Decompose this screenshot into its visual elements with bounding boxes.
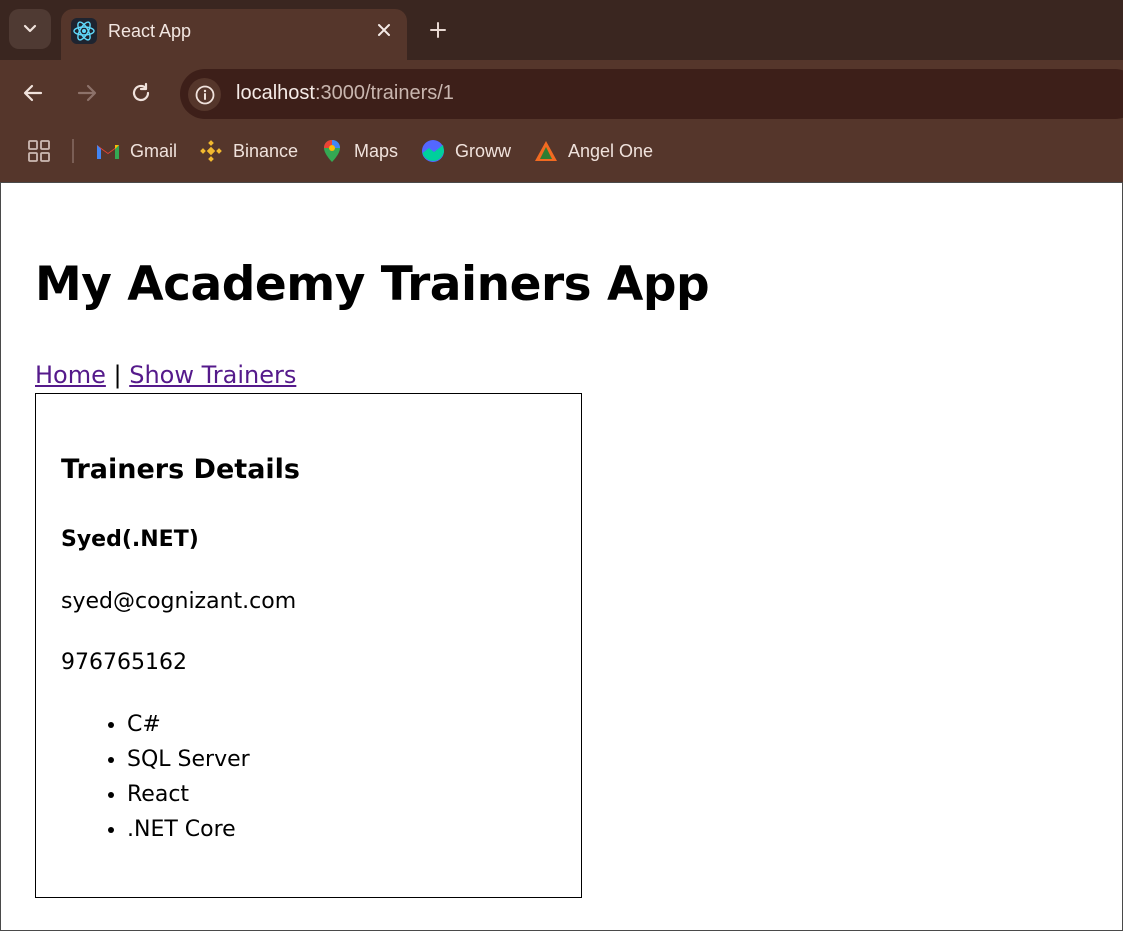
nav-separator: | xyxy=(105,361,130,389)
address-bar[interactable]: localhost:3000/trainers/1 xyxy=(180,69,1123,119)
apps-grid-icon[interactable] xyxy=(27,139,51,163)
close-tab-button[interactable] xyxy=(371,17,397,43)
chevron-down-icon xyxy=(23,24,37,33)
arrow-right-icon xyxy=(77,84,97,102)
trainer-phone: 976765162 xyxy=(61,650,187,675)
angel-one-icon xyxy=(534,139,558,163)
site-info-button[interactable] xyxy=(188,78,221,111)
info-icon xyxy=(195,85,214,104)
gmail-icon xyxy=(96,139,120,163)
bookmark-label: Binance xyxy=(233,140,299,161)
page-nav: Home | Show Trainers xyxy=(35,361,296,389)
maps-icon xyxy=(320,139,344,163)
react-icon xyxy=(71,18,97,44)
url-path: :3000/trainers/1 xyxy=(314,82,454,104)
browser-toolbar: localhost:3000/trainers/1 xyxy=(0,60,1123,126)
bookmark-gmail[interactable]: Gmail xyxy=(96,137,177,165)
forward-button[interactable] xyxy=(72,78,102,108)
bookmark-label: Groww xyxy=(455,140,512,161)
trainer-name: Syed(.NET) xyxy=(61,527,199,552)
url-host: localhost xyxy=(236,82,315,104)
trainer-email: syed@cognizant.com xyxy=(61,589,297,614)
page-viewport: My Academy Trainers App Home | Show Trai… xyxy=(0,182,1123,931)
home-link[interactable]: Home xyxy=(35,361,106,389)
browser-tab-strip: React App xyxy=(0,0,1123,60)
tab-react-app[interactable]: React App xyxy=(61,9,407,60)
url-text[interactable]: localhost:3000/trainers/1 xyxy=(236,82,454,105)
reload-button[interactable] xyxy=(126,78,156,108)
bookmarks-divider xyxy=(72,139,74,163)
new-tab-button[interactable] xyxy=(424,16,452,44)
arrow-left-icon xyxy=(23,84,43,102)
binance-icon xyxy=(199,139,223,163)
bookmark-label: Angel One xyxy=(568,140,654,161)
bookmark-groww[interactable]: Groww xyxy=(421,137,511,165)
plus-icon xyxy=(430,22,446,38)
bookmark-binance[interactable]: Binance xyxy=(199,137,298,165)
back-button[interactable] xyxy=(18,78,48,108)
skill-item: .NET Core xyxy=(127,815,250,850)
bookmarks-bar: Gmail Binance Maps Groww Angel One xyxy=(0,126,1123,182)
skill-item: SQL Server xyxy=(127,745,250,780)
trainer-details-card: Trainers Details Syed(.NET) syed@cogniza… xyxy=(35,393,582,898)
show-trainers-link[interactable]: Show Trainers xyxy=(129,361,296,389)
tab-search-button[interactable] xyxy=(9,9,51,49)
bookmark-maps[interactable]: Maps xyxy=(320,137,398,165)
close-icon xyxy=(378,24,390,36)
reload-icon xyxy=(132,82,150,102)
skills-list: C# SQL Server React .NET Core xyxy=(127,710,250,850)
bookmark-label: Maps xyxy=(354,140,399,161)
groww-icon xyxy=(421,139,445,163)
tab-title: React App xyxy=(108,21,192,41)
page-title: My Academy Trainers App xyxy=(35,257,710,312)
skill-item: React xyxy=(127,780,250,815)
bookmark-angel-one[interactable]: Angel One xyxy=(534,137,653,165)
bookmark-label: Gmail xyxy=(130,140,178,161)
skill-item: C# xyxy=(127,710,250,745)
trainer-details-heading: Trainers Details xyxy=(61,454,300,485)
